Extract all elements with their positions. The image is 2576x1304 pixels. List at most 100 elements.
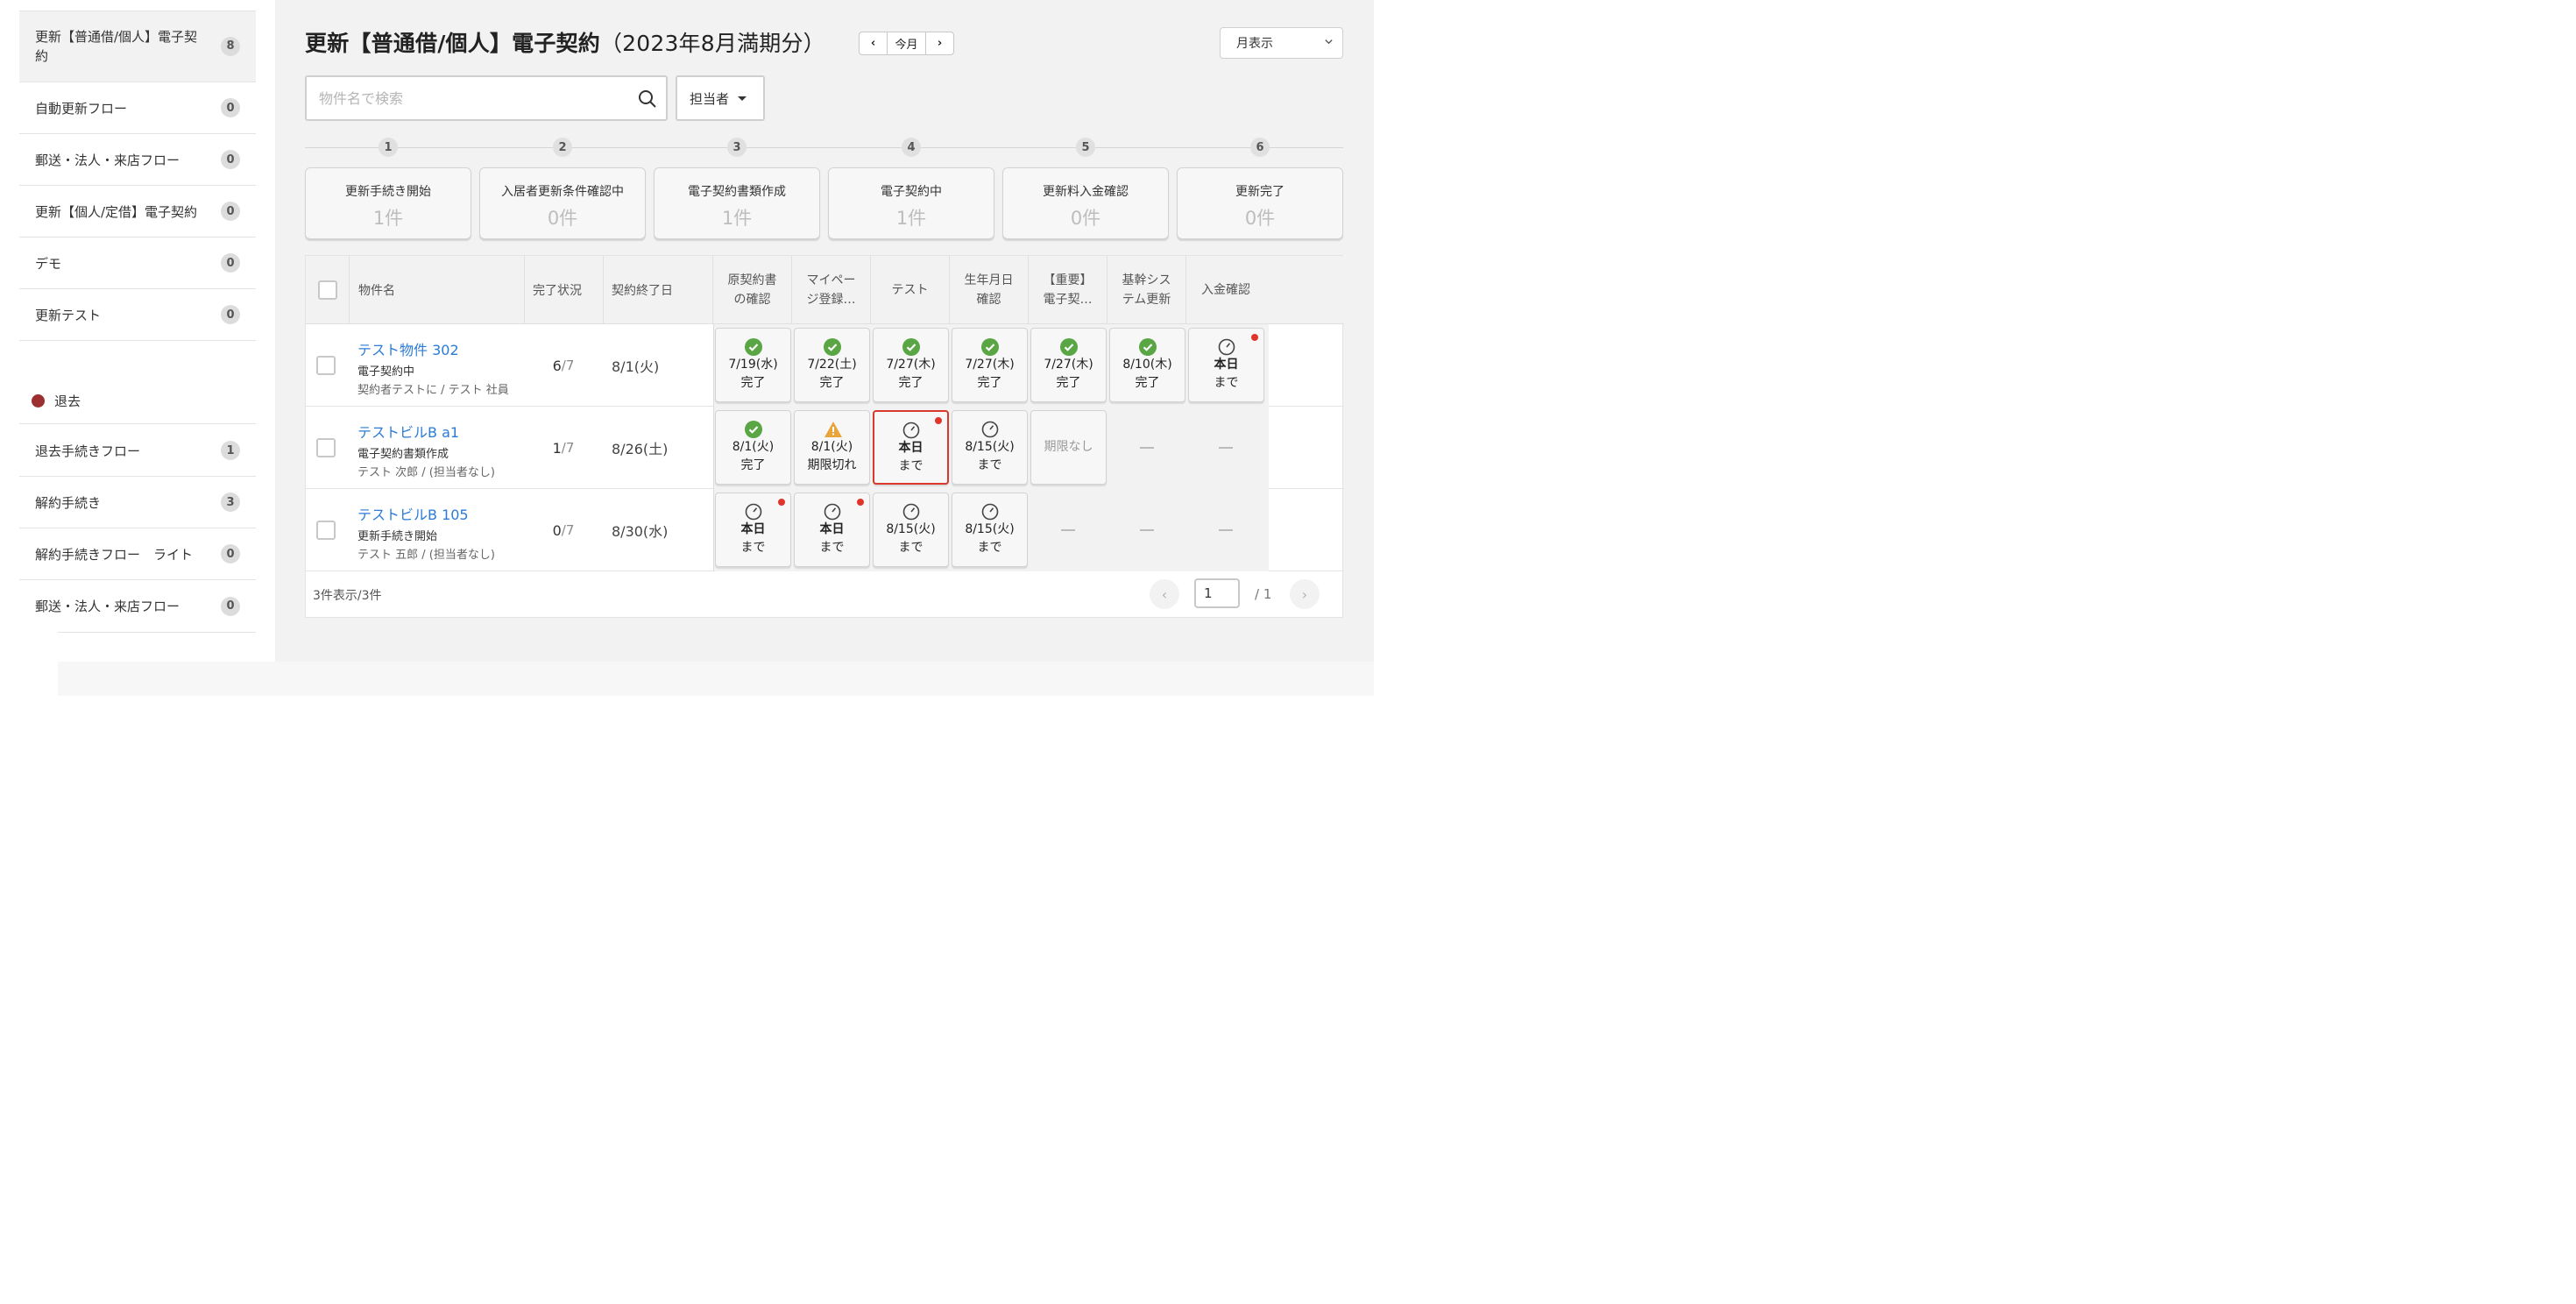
task-state: 期限切れ [807,458,857,472]
task-state: 完了 [819,376,845,390]
task-date: 8/1(火) [732,440,775,454]
search-input[interactable] [307,89,622,107]
task-state: 完了 [977,376,1002,390]
view-mode-value: 月表示 [1236,37,1273,51]
row-checkbox[interactable] [316,521,336,540]
step-card-2[interactable]: 入居者更新条件確認中 0件 [479,167,646,239]
header-task-7[interactable]: 入金確認 [1186,256,1265,324]
alert-dot [1251,334,1258,341]
task-cell[interactable]: 本日 まで [873,410,949,485]
property-name-link[interactable]: テストビルB a1 [357,421,495,442]
task-cell[interactable]: 8/10(木) 完了 [1109,328,1185,402]
header-property-name[interactable]: 物件名 [350,256,525,324]
step-number-4: 4 [902,138,921,157]
sidebar-item-label: 自動更新フロー [35,100,128,117]
prev-page-button[interactable]: ‹ [1150,579,1179,609]
chevron-down-icon [1324,37,1334,49]
assignee-dropdown[interactable]: 担当者 [676,75,765,121]
page-total: / 1 [1255,586,1272,602]
clock-icon [1218,338,1235,356]
step-card-1[interactable]: 更新手続き開始 1件 [305,167,471,239]
sidebar-item-update-test[interactable]: 更新テスト 0 [19,289,256,341]
task-date: 7/19(水) [728,358,778,372]
sidebar-item-update-fixed[interactable]: 更新【個人/定借】電子契約 0 [19,186,256,237]
task-cell[interactable]: 8/15(火) まで [952,493,1028,567]
count-badge: 0 [221,596,240,616]
step-card-5[interactable]: 更新料入金確認 0件 [1002,167,1169,239]
task-cell[interactable]: 7/22(土) 完了 [794,328,870,402]
property-name-link[interactable]: テスト物件 302 [357,338,509,359]
clock-icon [902,422,920,439]
progress-total: /7 [561,440,575,456]
next-month-button[interactable]: › [926,32,953,54]
step-count: 0件 [1244,208,1276,229]
step-label: 電子契約書類作成 [688,185,786,199]
property-name-link[interactable]: テストビルB 105 [357,503,495,524]
step-count: 1件 [721,208,753,229]
sidebar-item-move-out-flow[interactable]: 退去手続きフロー 1 [19,425,256,477]
row-checkbox[interactable] [316,438,336,457]
select-all-checkbox[interactable] [317,280,337,300]
sidebar-list-move-out: 退去手続きフロー 1 解約手続き 3 解約手続きフロー ライト 0 郵送・法人・… [19,425,256,632]
sidebar-item-auto-renew[interactable]: 自動更新フロー 0 [19,82,256,134]
end-date-cell: 8/1(火) [612,358,660,375]
sidebar-item-update-normal[interactable]: 更新【普通借/個人】電子契約 8 [19,11,256,82]
sidebar-item-mail-flow-2[interactable]: 郵送・法人・来店フロー 0 [19,580,256,632]
row-checkbox[interactable] [316,356,336,375]
check-icon [1138,338,1157,356]
sidebar-item-mail-flow[interactable]: 郵送・法人・来店フロー 0 [19,134,256,186]
check-icon [1059,338,1078,356]
sidebar-item-cancellation-lite[interactable]: 解約手続きフロー ライト 0 [19,528,256,580]
current-month-button[interactable]: 今月 [887,32,926,54]
task-cell[interactable]: 8/15(火) まで [952,410,1028,485]
step-label: 更新手続き開始 [345,185,431,199]
steps-connector [305,147,1343,148]
task-state: まで [1214,376,1239,390]
clock-icon [745,503,762,521]
task-cell[interactable]: 8/15(火) まで [873,493,949,567]
step-card-6[interactable]: 更新完了 0件 [1177,167,1343,239]
view-mode-select[interactable]: 月表示 [1220,27,1343,59]
search-icon[interactable] [638,89,657,109]
task-cell[interactable]: 7/27(木) 完了 [873,328,949,402]
sidebar-item-cancellation[interactable]: 解約手続き 3 [19,477,256,528]
count-badge: 0 [221,305,240,324]
header-task-1[interactable]: 原契約書 の確認 [713,256,792,324]
task-cell[interactable]: 8/1(火) 完了 [715,410,791,485]
header-end-date[interactable]: 契約終了日 [604,256,713,324]
step-card-4[interactable]: 電子契約中 1件 [828,167,994,239]
task-date: 本日 [819,522,845,536]
task-cell[interactable]: 8/1(火) 期限切れ [794,410,870,485]
header-task-5[interactable]: 【重要】 電子契… [1029,256,1108,324]
task-cell[interactable]: 7/27(木) 完了 [952,328,1028,402]
header-task-4[interactable]: 生年月日 確認 [950,256,1029,324]
header-progress[interactable]: 完了状況 [525,256,604,324]
alert-dot [857,499,864,506]
header-task-2[interactable]: マイペー ジ登録… [792,256,871,324]
prev-month-button[interactable]: ‹ [860,32,887,54]
progress-cell: 6/7 [532,324,595,407]
empty-task-dash [1061,529,1075,531]
task-date: 本日 [898,441,924,455]
table-row: テストビルB 105 更新手続き開始 テスト 五郎 / (担当者なし) 0/7 8/30… [306,489,1344,571]
count-badge: 0 [221,544,240,563]
task-cell[interactable]: 本日 まで [715,493,791,567]
task-cell[interactable]: 本日 まで [794,493,870,567]
sidebar-item-demo[interactable]: デモ 0 [19,237,256,289]
task-cell[interactable]: 7/27(木) 完了 [1030,328,1107,402]
step-card-3[interactable]: 電子契約書類作成 1件 [654,167,820,239]
task-cell[interactable]: 7/19(水) 完了 [715,328,791,402]
page-number-input[interactable]: 1 [1194,578,1240,608]
task-state: まで [977,541,1002,555]
task-date: 本日 [1214,358,1239,372]
header-task-3[interactable]: テスト [871,256,950,324]
empty-task-dash [1140,447,1154,449]
check-icon [744,421,762,438]
task-cell[interactable]: 本日 まで [1188,328,1264,402]
step-label: 更新料入金確認 [1043,185,1129,199]
search-box [305,75,668,121]
property-status: 電子契約書類作成 [357,448,449,461]
header-task-6[interactable]: 基幹シス テム更新 [1108,256,1186,324]
next-page-button[interactable]: › [1290,579,1320,609]
task-cell[interactable]: 期限なし [1030,410,1107,485]
